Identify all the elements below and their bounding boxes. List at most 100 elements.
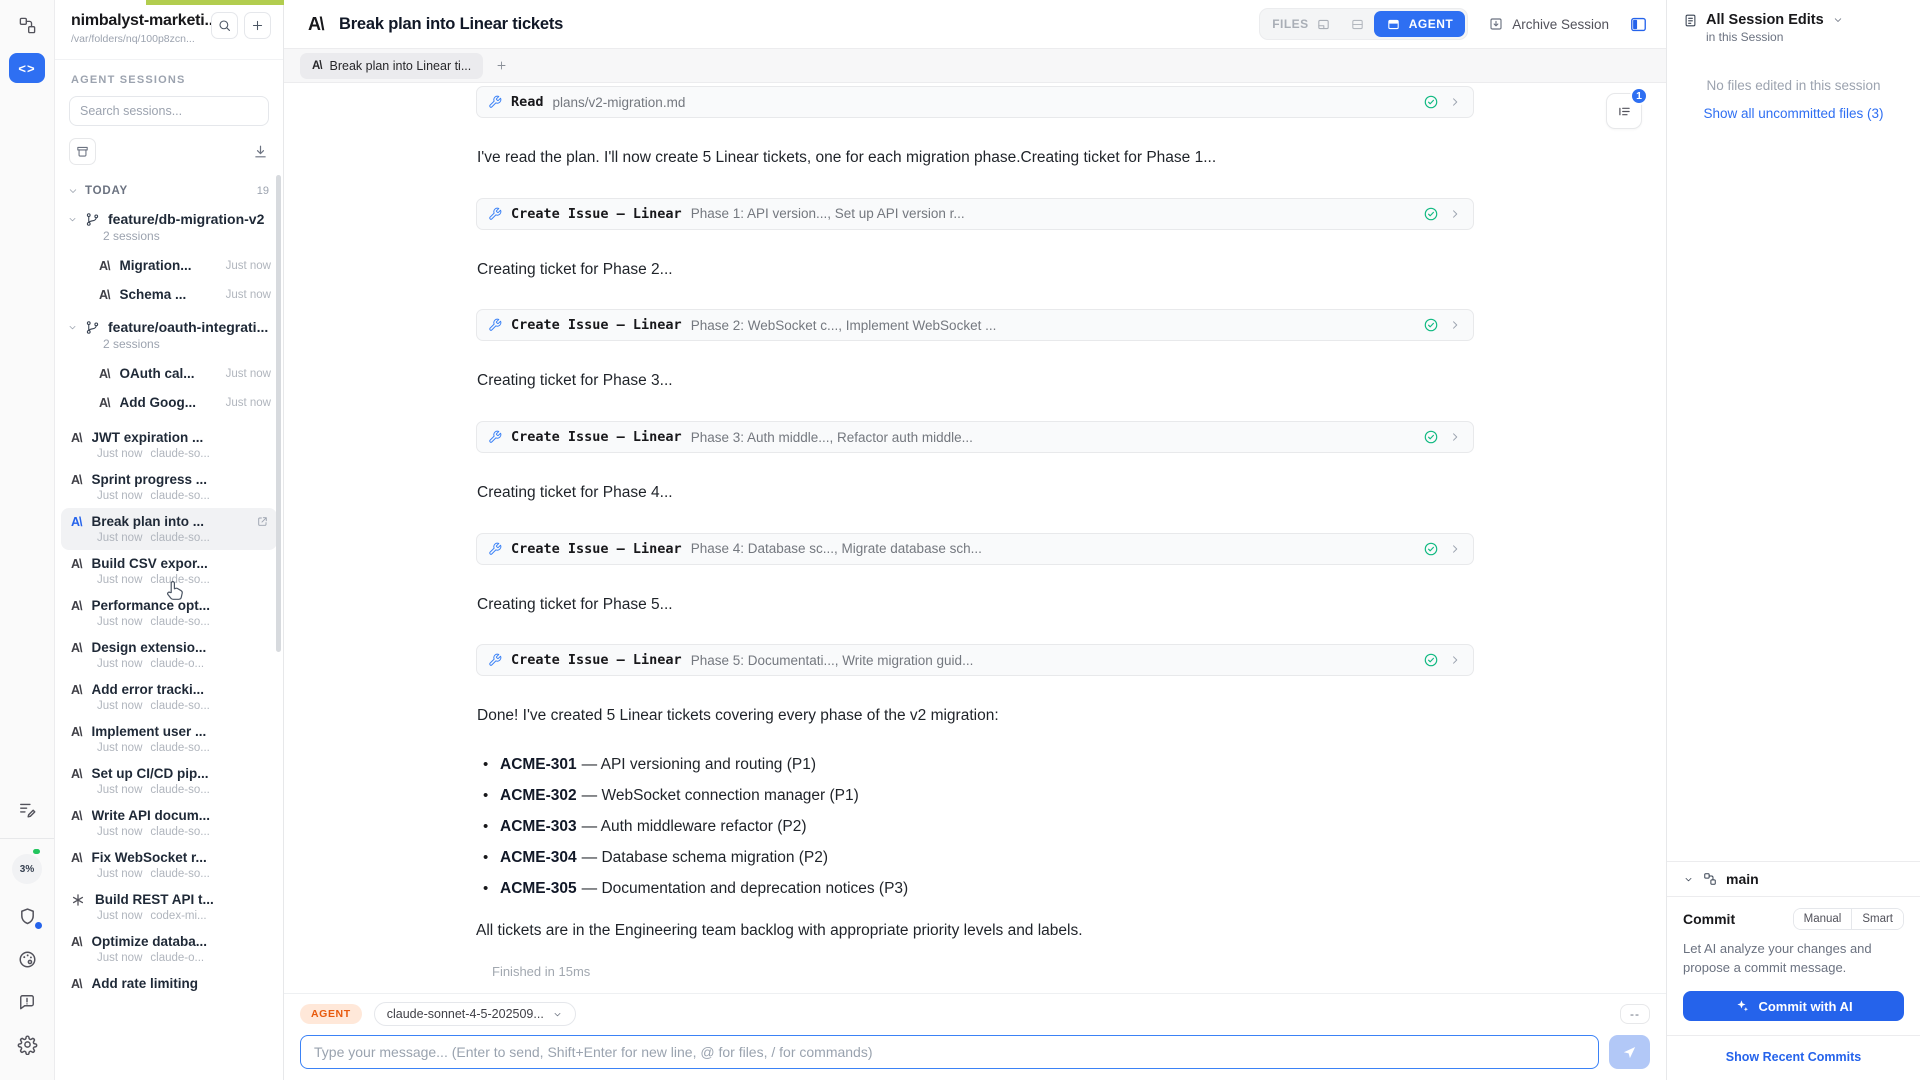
session-model: claude-o... [150,658,204,670]
assistant-message: I've read the plan. I'll now create 5 Li… [477,147,1473,169]
tool-detail: Phase 3: Auth middle..., Refactor auth m… [691,430,1414,445]
files-view-button[interactable]: FILES [1262,17,1341,32]
session-item[interactable]: A\Set up CI/CD pip... Just nowclaude-so.… [61,760,277,802]
chevron-down-icon [67,214,78,225]
tool-call-create-issue[interactable]: Create Issue — Linear Phase 4: Database … [476,533,1474,565]
branch-session-count: 2 sessions [55,227,283,251]
session-time: Just now [97,616,142,628]
code-view-button[interactable]: <> [9,53,45,83]
commit-with-ai-button[interactable]: Commit with AI [1683,991,1904,1021]
tab-active[interactable]: A\ Break plan into Linear ti... [300,53,483,79]
ticket-item: ACME-304— Database schema migration (P2) [480,849,1474,867]
session-header: A\ Break plan into Linear tickets FILES … [284,0,1666,49]
manual-mode-button[interactable]: Manual [1794,909,1852,929]
search-button[interactable] [211,12,238,39]
session-item[interactable]: A\ Add Goog... Just now [55,388,283,417]
session-edits-panel: All Session Edits in this Session No fil… [1666,0,1920,1080]
chevron-right-icon[interactable] [1448,542,1462,556]
session-item[interactable]: A\ Migration... Just now [55,251,283,280]
tool-call-create-issue[interactable]: Create Issue — Linear Phase 1: API versi… [476,198,1474,230]
session-item[interactable]: A\Fix WebSocket r... Just nowclaude-so..… [61,844,277,886]
open-session-icon[interactable] [256,515,269,528]
branch-row[interactable]: main [1667,862,1920,896]
session-list: TODAY 19 feature/db-migration-v2 2 sessi… [55,171,283,1080]
session-item-selected[interactable]: A\Break plan into ... Just nowclaude-so.… [61,508,277,550]
usage-indicator[interactable]: 3% [12,854,42,884]
session-item[interactable]: A\Build CSV expor... Just nowclaude-so..… [61,550,277,592]
session-model: claude-so... [150,868,209,880]
notes-edit-icon[interactable] [17,799,37,819]
branch-group-oauth[interactable]: feature/oauth-integrati... [55,315,283,335]
right-panel-toggle-button[interactable] [1629,15,1648,34]
chevron-right-icon[interactable] [1448,207,1462,221]
tab-strip: A\ Break plan into Linear ti... [284,49,1666,83]
archive-filter-button[interactable] [69,138,96,165]
empty-state-text: No files edited in this session [1683,78,1904,93]
session-item[interactable]: A\JWT expiration ... Just nowclaude-so..… [61,424,277,466]
chevron-right-icon[interactable] [1448,318,1462,332]
message-input[interactable] [300,1035,1599,1069]
session-item[interactable]: A\ Schema ... Just now [55,280,283,309]
assistant-message: Creating ticket for Phase 2... [477,259,1473,281]
panel-subtitle: in this Session [1683,30,1904,44]
session-model: claude-so... [150,490,209,502]
session-item[interactable]: A\Design extensio... Just nowclaude-o... [61,634,277,676]
session-item[interactable]: Build REST API t... Just nowcodex-mi... [61,886,277,928]
search-sessions-input[interactable] [80,104,258,118]
archive-session-button[interactable]: Archive Session [1488,16,1609,32]
session-model: claude-so... [150,700,209,712]
session-title: Implement user ... [92,724,207,739]
sort-download-button[interactable] [252,143,269,160]
chevron-right-icon[interactable] [1448,95,1462,109]
branch-label: feature/oauth-integrati... [108,319,268,335]
agent-mode-badge[interactable]: AGENT [300,1004,362,1024]
branch-group-db-migration[interactable]: feature/db-migration-v2 [55,207,283,227]
session-title: Build CSV expor... [92,556,208,571]
split-view-button[interactable] [1341,17,1374,32]
new-tab-button[interactable] [495,59,508,72]
show-uncommitted-link[interactable]: Show all uncommitted files (3) [1683,106,1904,121]
anthropic-icon: A\ [71,557,82,571]
session-item[interactable]: A\Implement user ... Just nowclaude-so..… [61,718,277,760]
send-button[interactable] [1609,1035,1650,1069]
agent-view-button[interactable]: AGENT [1374,11,1466,37]
today-group-header[interactable]: TODAY 19 [55,179,283,207]
tool-call-create-issue[interactable]: Create Issue — Linear Phase 5: Documenta… [476,644,1474,676]
settings-gear-icon[interactable] [17,1034,38,1055]
sidebar-scrollbar[interactable] [276,175,281,652]
session-item[interactable]: A\Sprint progress ... Just nowclaude-so.… [61,466,277,508]
model-selector[interactable]: claude-sonnet-4-5-202509... [374,1002,576,1026]
success-check-icon [1423,206,1439,222]
tool-detail: Phase 5: Documentati..., Write migration… [691,653,1414,668]
tool-call-create-issue[interactable]: Create Issue — Linear Phase 3: Auth midd… [476,421,1474,453]
session-item[interactable]: A\Optimize databa... Just nowclaude-o... [61,928,277,970]
wrench-icon [488,542,502,556]
tool-call-create-issue[interactable]: Create Issue — Linear Phase 2: WebSocket… [476,309,1474,341]
app-window: <> 3% nimbalyst-marketi... /var/folders/… [0,0,1920,1080]
success-check-icon [1423,94,1439,110]
chevron-right-icon[interactable] [1448,653,1462,667]
outline-button[interactable]: 1 [1606,93,1642,129]
session-edits-header[interactable]: All Session Edits [1683,12,1904,28]
security-shield-icon[interactable] [17,906,38,927]
feedback-icon[interactable] [17,992,37,1012]
assistant-message: Creating ticket for Phase 4... [477,482,1473,504]
session-item[interactable]: A\Write API docum... Just nowclaude-so..… [61,802,277,844]
theme-palette-icon[interactable] [17,949,38,970]
smart-mode-button[interactable]: Smart [1851,909,1903,929]
workflow-icon[interactable] [18,16,37,35]
session-item[interactable]: A\ OAuth cal... Just now [55,359,283,388]
archive-box-icon [75,144,90,159]
anthropic-icon: A\ [71,641,82,655]
show-recent-commits-link[interactable]: Show Recent Commits [1667,1036,1920,1080]
session-title: Migration... [120,258,192,273]
session-item[interactable]: A\Performance opt... Just nowclaude-so..… [61,592,277,634]
ticket-desc: — Database schema migration (P2) [582,849,828,866]
session-item[interactable]: A\Add rate limiting [61,970,277,997]
chevron-right-icon[interactable] [1448,430,1462,444]
new-session-button[interactable] [244,12,271,39]
search-sessions-box[interactable] [69,96,269,126]
composer-more-button[interactable]: -- [1620,1004,1650,1024]
tool-call-read[interactable]: Read plans/v2-migration.md [476,86,1474,118]
session-item[interactable]: A\Add error tracki... Just nowclaude-so.… [61,676,277,718]
